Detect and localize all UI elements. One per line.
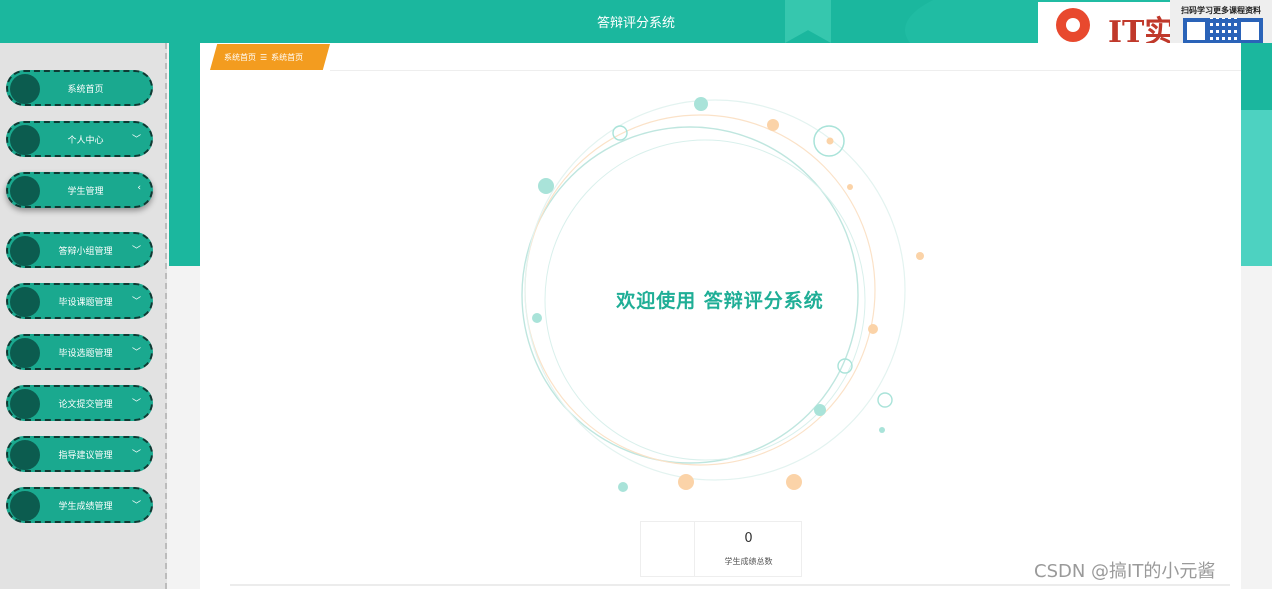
sidebar-item-paper-submission[interactable]: 论文提交管理 ﹀ [6,385,153,421]
decor-dot [877,392,893,408]
sidebar-item-label: 学生管理 [67,186,104,197]
sidebar-item-label: 学生成绩管理 [58,501,113,512]
sidebar-item-home[interactable]: 系统首页 [6,70,153,106]
chevron-down-icon: ﹀ [131,348,141,358]
decor-dot [678,474,694,490]
breadcrumb: 系统首页 ☰ 系统首页 [210,44,330,70]
chevron-down-icon: ﹀ [131,450,141,460]
sidebar-item-label: 论文提交管理 [58,399,113,410]
divider [330,70,1241,71]
sidebar-item-guidance[interactable]: 指导建议管理 ﹀ [6,436,153,472]
sidebar-item-defense-group[interactable]: 答辩小组管理 ﹀ [6,232,153,268]
sidebar-item-label: 指导建议管理 [58,450,113,461]
sidebar: 系统首页 个人中心 ﹀ 学生管理 ‹ 答辩小组管理 ﹀ 毕设课题管理 ﹀ 毕设选… [0,43,167,589]
stat-value: 0 [744,531,753,546]
qr-caption: 扫码学习更多课程资料 [1181,6,1261,15]
menu-dot-icon [10,287,40,317]
menu-dot-icon [10,440,40,470]
sidebar-item-label: 答辩小组管理 [58,246,113,257]
decor-dot [847,184,853,190]
watermark: CSDN @搞IT的小元酱 [1034,561,1216,582]
chevron-down-icon: ﹀ [131,399,141,409]
stat-icon [641,522,695,576]
sidebar-item-label: 系统首页 [67,84,104,95]
breadcrumb-home[interactable]: 系统首页 [224,52,256,63]
decor-dot [612,125,628,141]
decor-dot [786,474,802,490]
chevron-down-icon: ﹀ [131,246,141,256]
menu-dot-icon [10,236,40,266]
decor-dot [879,427,885,433]
sidebar-item-topic-selection[interactable]: 毕设选题管理 ﹀ [6,334,153,370]
breadcrumb-current: 系统首页 [271,52,304,62]
menu-dot-icon [10,389,40,419]
decor-dot [767,119,779,131]
decor-dot [868,324,878,334]
chevron-down-icon: ﹀ [131,135,141,145]
sidebar-item-label: 毕设选题管理 [58,348,113,359]
banner-edge [1241,110,1272,266]
chevron-down-icon: ﹀ [131,501,141,511]
stat-label: 学生成绩总数 [724,557,773,566]
logo: IT实 [1038,2,1173,50]
decor-dot [618,482,628,492]
menu-dot-icon [10,74,40,104]
decor-dot [814,404,826,416]
decor-dot [694,97,708,111]
stat-card[interactable]: 0 学生成绩总数 [640,521,802,577]
sidebar-item-grades[interactable]: 学生成绩管理 ﹀ [6,487,153,523]
chevron-left-icon: ‹ [137,183,141,193]
sidebar-item-student-management[interactable]: 学生管理 ‹ [6,172,153,208]
logo-ring-icon [1056,8,1090,42]
menu-dot-icon [10,491,40,521]
sidebar-item-label: 毕设课题管理 [58,297,113,308]
menu-dot-icon [10,176,40,206]
decor-dot [826,137,834,145]
divider [230,584,1230,586]
sidebar-item-label: 个人中心 [67,135,104,146]
menu-dot-icon [10,125,40,155]
sidebar-item-personal-center[interactable]: 个人中心 ﹀ [6,121,153,157]
welcome-text: 欢迎使用 答辩评分系统 [616,290,824,312]
menu-icon: ☰ [260,52,268,62]
decor-dot [916,252,924,260]
decor-dot [532,313,542,323]
sidebar-item-thesis-topics[interactable]: 毕设课题管理 ﹀ [6,283,153,319]
menu-dot-icon [10,338,40,368]
chevron-down-icon: ﹀ [131,297,141,307]
decor-dot [538,178,554,194]
